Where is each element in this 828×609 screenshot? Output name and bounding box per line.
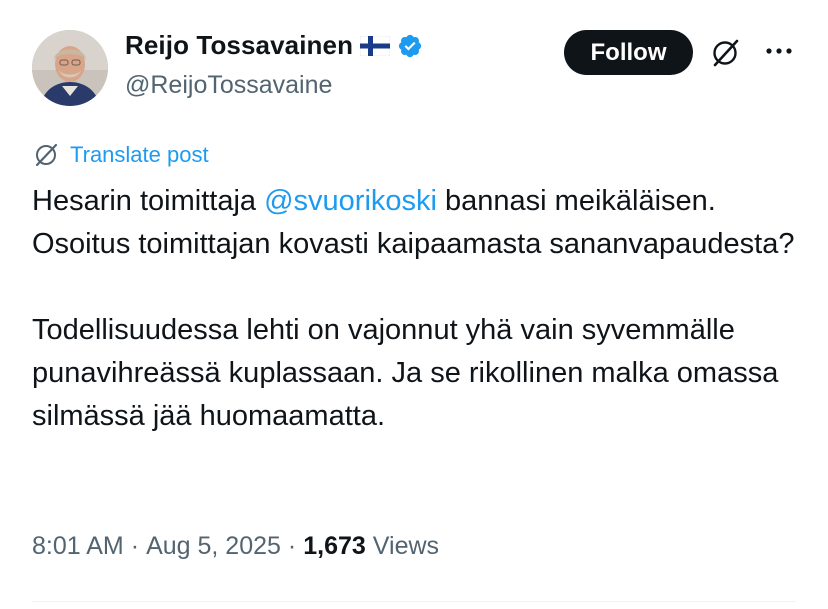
author-display-name[interactable]: Reijo Tossavainen — [125, 30, 353, 61]
tweet-paragraph-2: Todellisuudessa lehti on vajonnut yhä va… — [32, 314, 779, 432]
tweet-meta: 8:01 AM · Aug 5, 2025 · 1,673 Views — [32, 532, 439, 561]
verified-badge-icon[interactable] — [397, 33, 423, 59]
avatar-photo — [32, 30, 108, 106]
avatar[interactable] — [32, 30, 108, 106]
meta-separator: · — [130, 532, 140, 560]
divider — [32, 601, 796, 602]
meta-separator: · — [287, 532, 297, 560]
tweet-paragraph-1: Hesarin toimittaja @svuorikoski bannasi … — [32, 180, 812, 266]
tweet-text: Hesarin toimittaja @svuorikoski bannasi … — [32, 180, 812, 438]
more-icon[interactable] — [764, 44, 794, 58]
translate-post-label[interactable]: Translate post — [70, 142, 209, 168]
translate-post-link[interactable]: Translate post — [32, 141, 209, 169]
tweet-time[interactable]: 8:01 AM — [32, 532, 124, 561]
author-handle[interactable]: @ReijoTossavaine — [125, 71, 332, 100]
follow-button[interactable]: Follow — [564, 30, 693, 75]
tweet-date[interactable]: Aug 5, 2025 — [146, 532, 281, 561]
mention-link[interactable]: @svuorikoski — [264, 185, 437, 217]
translate-icon — [35, 143, 58, 167]
finland-flag-icon — [360, 35, 391, 56]
author-name-row: Reijo Tossavainen — [125, 30, 423, 61]
views-count[interactable]: 1,673 — [303, 532, 366, 561]
views-label[interactable]: Views — [373, 532, 439, 561]
tweet-text-before-mention: Hesarin toimittaja — [32, 185, 265, 217]
grok-icon[interactable] — [708, 36, 742, 70]
